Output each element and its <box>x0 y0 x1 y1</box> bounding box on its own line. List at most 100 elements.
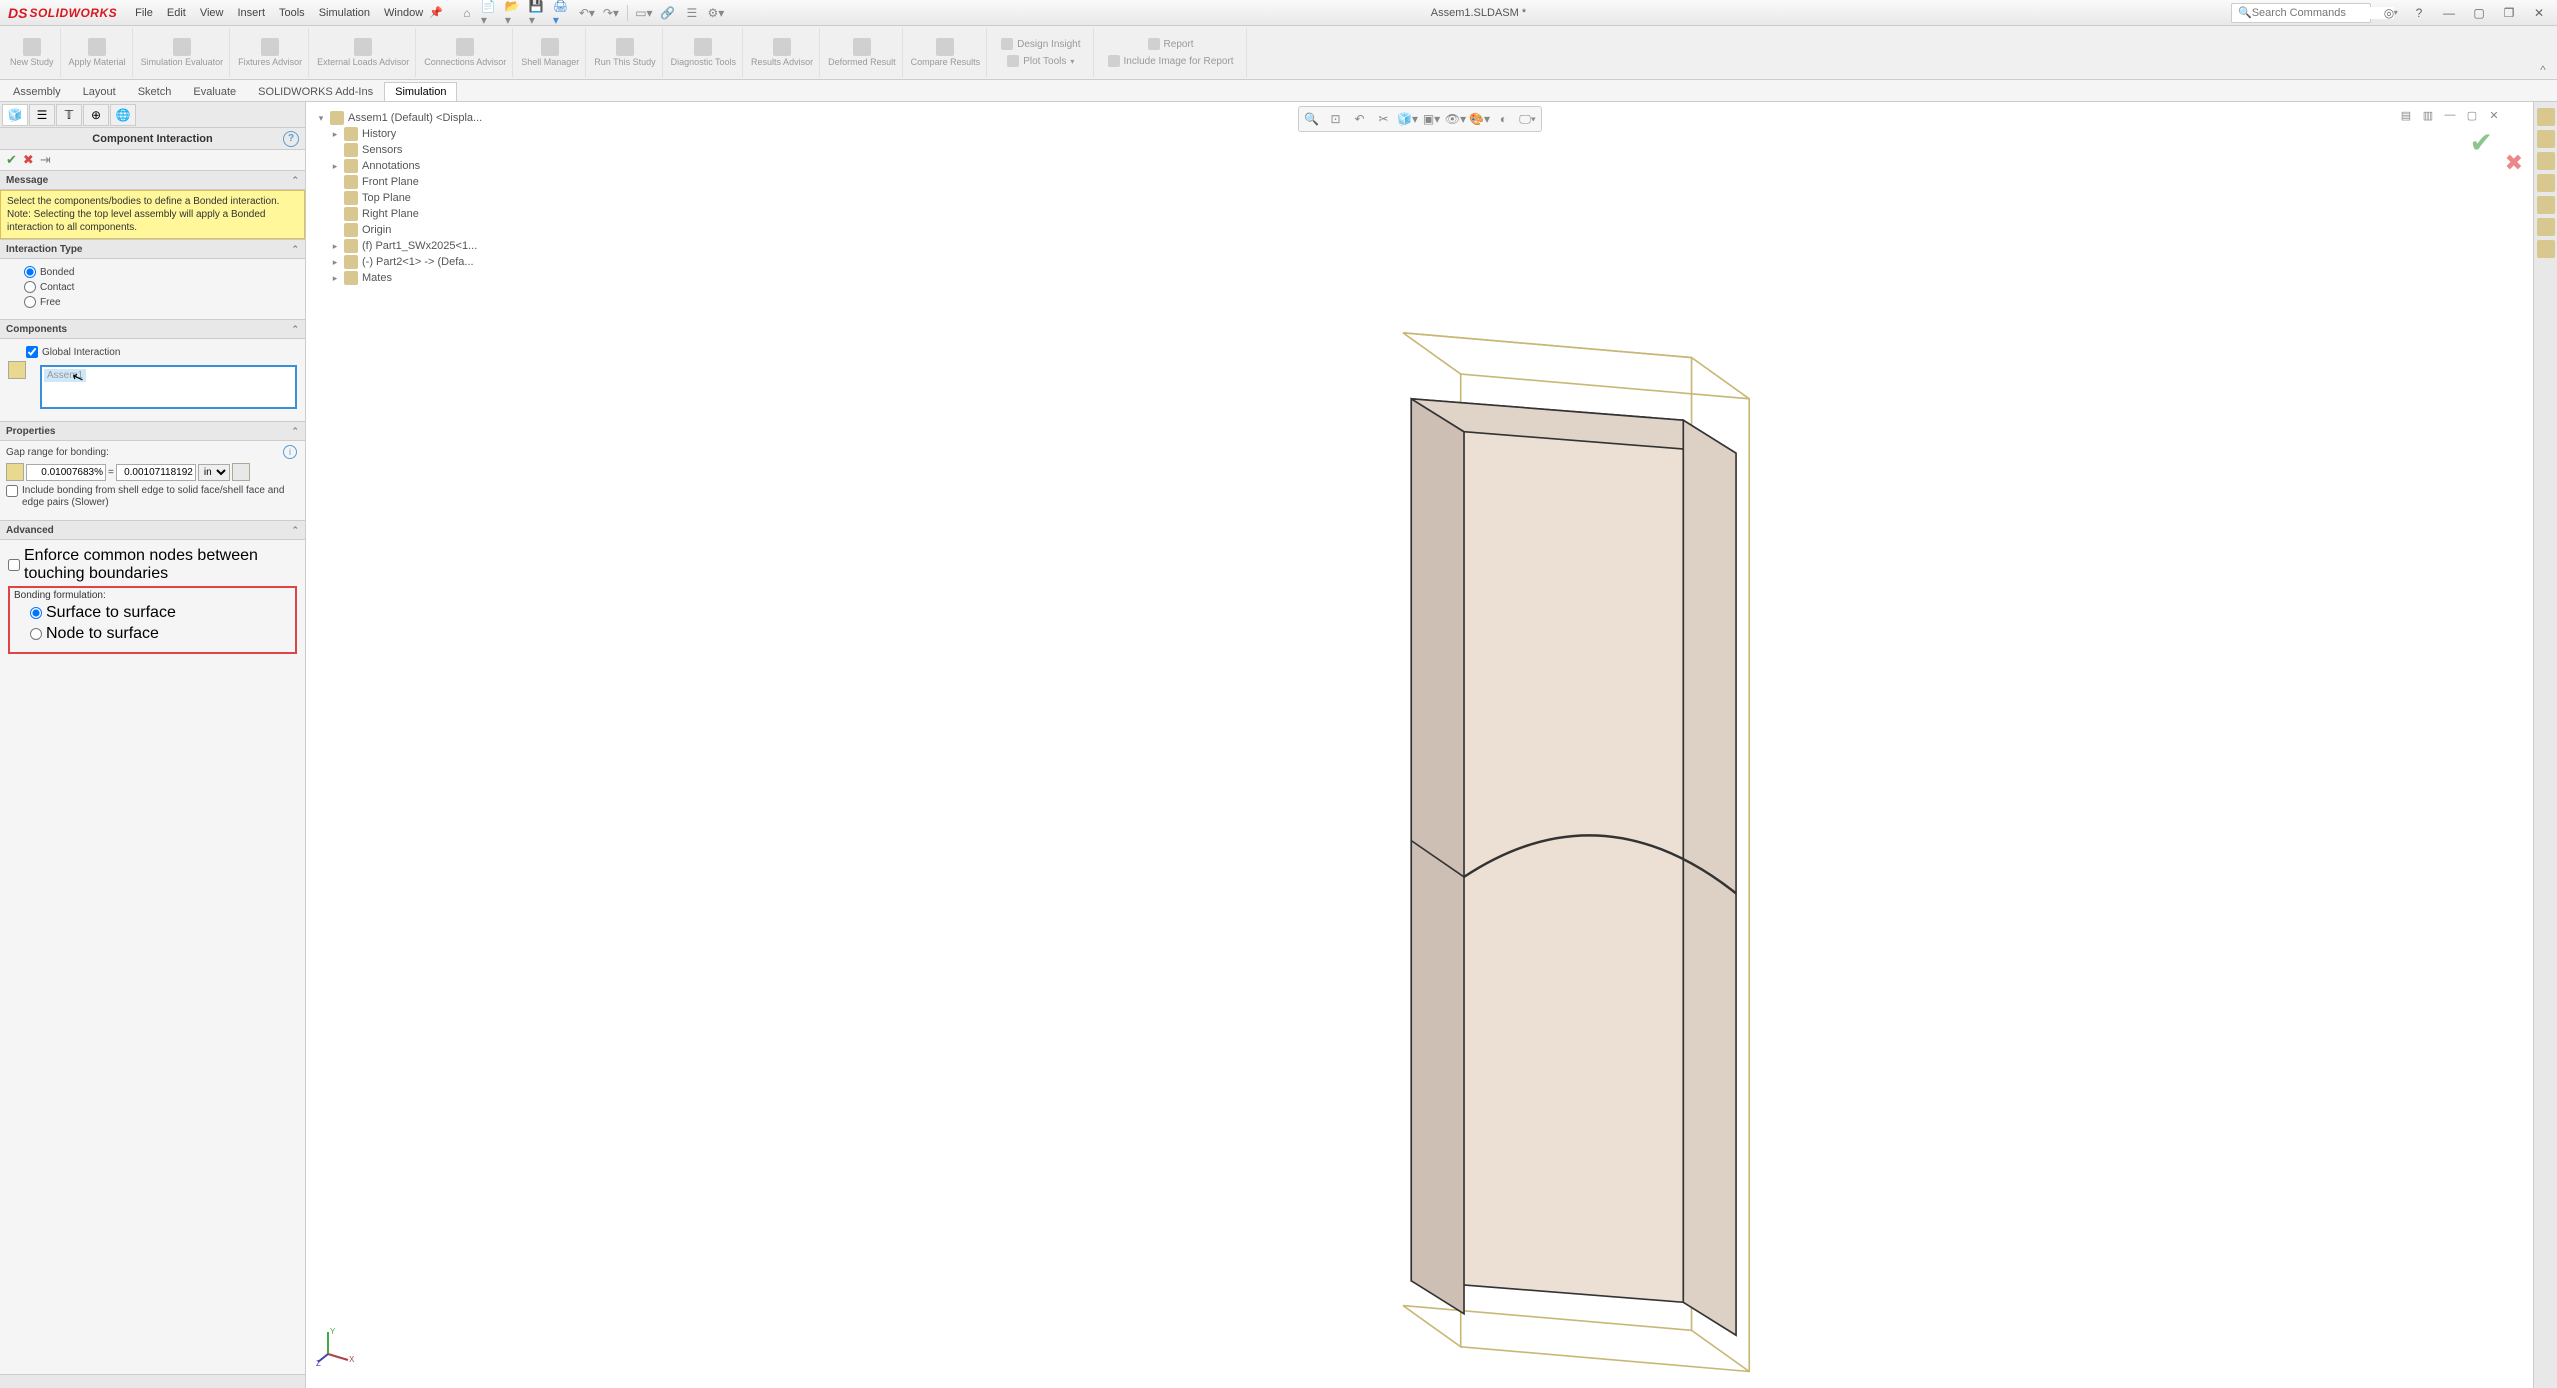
ribbon-include-image[interactable]: Include Image for Report <box>1102 53 1240 70</box>
restore-icon[interactable]: ❐ <box>2497 3 2521 23</box>
selection-list[interactable]: Assem1 ↖ <box>40 365 297 409</box>
tab-assembly[interactable]: Assembly <box>2 82 72 101</box>
rebuild-icon[interactable]: 🔗 <box>658 3 678 23</box>
properties-header[interactable]: Properties⌃ <box>0 421 305 441</box>
tree-item-history[interactable]: ▸History <box>316 126 482 142</box>
tree-item-part1[interactable]: ▸(f) Part1_SWx2025<1... <box>316 238 482 254</box>
radio-node-to-surface[interactable] <box>30 628 42 640</box>
tab-layout[interactable]: Layout <box>72 82 127 101</box>
display-style-icon[interactable]: ▣▾ <box>1421 109 1443 129</box>
settings-icon[interactable]: ⚙▾ <box>706 3 726 23</box>
tab-evaluate[interactable]: Evaluate <box>182 82 247 101</box>
ribbon-results-advisor[interactable]: Results Advisor <box>745 28 820 77</box>
radio-bonded[interactable] <box>24 266 36 278</box>
search-commands[interactable]: 🔍 ▾ <box>2231 3 2371 23</box>
ribbon-external-loads[interactable]: External Loads Advisor <box>311 28 416 77</box>
pin-panel-icon[interactable]: ⇥ <box>40 152 51 168</box>
ribbon-apply-material[interactable]: Apply Material <box>63 28 133 77</box>
help-icon[interactable]: ? <box>2407 3 2431 23</box>
ribbon-collapse-icon[interactable]: ^ <box>2533 28 2553 77</box>
menu-insert[interactable]: Insert <box>237 7 265 19</box>
taskpane-resources-icon[interactable] <box>2537 108 2555 126</box>
components-header[interactable]: Components⌃ <box>0 319 305 339</box>
home-icon[interactable]: ⌂ <box>457 3 477 23</box>
pm-tab-properties[interactable]: ☰ <box>29 104 55 126</box>
pm-tab-config[interactable]: 𝕋 <box>56 104 82 126</box>
ribbon-plot-tools[interactable]: Plot Tools▾ <box>995 53 1086 70</box>
tree-item-part2[interactable]: ▸(-) Part2<1> -> (Defa... <box>316 254 482 270</box>
gap-percent-input[interactable] <box>26 464 106 481</box>
maximize-view-icon[interactable]: ▢ <box>2463 106 2481 124</box>
close-icon[interactable]: ✕ <box>2527 3 2551 23</box>
radio-contact[interactable] <box>24 281 36 293</box>
tree-item-front-plane[interactable]: Front Plane <box>316 174 482 190</box>
undo-icon[interactable]: ↶▾ <box>577 3 597 23</box>
menu-tools[interactable]: Tools <box>279 7 305 19</box>
checkbox-global-interaction[interactable] <box>26 346 38 358</box>
tree-expand-icon[interactable]: ▾ <box>316 113 326 124</box>
taskpane-appearances-icon[interactable] <box>2537 196 2555 214</box>
print-icon[interactable]: 🖨▾ <box>553 3 573 23</box>
ribbon-connections[interactable]: Connections Advisor <box>418 28 513 77</box>
radio-surface-to-surface[interactable] <box>30 607 42 619</box>
scene-icon[interactable]: ◐ <box>1493 109 1515 129</box>
gap-value-input[interactable] <box>116 464 196 481</box>
reject-feature-icon[interactable]: ✖ <box>2505 150 2523 176</box>
panel-help-icon[interactable]: ? <box>283 131 299 147</box>
advanced-header[interactable]: Advanced⌃ <box>0 520 305 540</box>
menu-window[interactable]: Window <box>384 7 423 19</box>
pin-menu-icon[interactable]: 📌 <box>429 6 443 19</box>
tree-item-right-plane[interactable]: Right Plane <box>316 206 482 222</box>
select-icon[interactable]: ▭▾ <box>634 3 654 23</box>
prev-view-icon[interactable]: ↶ <box>1349 109 1371 129</box>
search-input[interactable] <box>2252 7 2394 19</box>
graphics-viewport[interactable]: ▾Assem1 (Default) <Displa... ▸History Se… <box>306 102 2533 1388</box>
tab-addins[interactable]: SOLIDWORKS Add-Ins <box>247 82 384 101</box>
tile-vert-icon[interactable]: ▥ <box>2419 106 2437 124</box>
message-section-header[interactable]: Message⌃ <box>0 170 305 190</box>
checkbox-enforce-nodes[interactable] <box>8 559 20 571</box>
ribbon-shell-mgr[interactable]: Shell Manager <box>515 28 586 77</box>
open-icon[interactable]: 📂▾ <box>505 3 525 23</box>
accept-feature-icon[interactable]: ✔ <box>2470 126 2493 159</box>
save-icon[interactable]: 💾▾ <box>529 3 549 23</box>
hide-show-icon[interactable]: 👁▾ <box>1445 109 1467 129</box>
ribbon-deformed[interactable]: Deformed Result <box>822 28 903 77</box>
tree-item-top-plane[interactable]: Top Plane <box>316 190 482 206</box>
ribbon-new-study[interactable]: New Study <box>4 28 61 77</box>
ribbon-fixtures[interactable]: Fixtures Advisor <box>232 28 309 77</box>
redo-icon[interactable]: ↷▾ <box>601 3 621 23</box>
view-settings-icon[interactable]: 🖵▾ <box>1517 109 1539 129</box>
taskpane-library-icon[interactable] <box>2537 130 2555 148</box>
minimize-icon[interactable]: — <box>2437 3 2461 23</box>
tree-item-root[interactable]: ▾Assem1 (Default) <Displa... <box>316 110 482 126</box>
checkbox-include-shell[interactable] <box>6 485 18 497</box>
ribbon-sim-evaluator[interactable]: Simulation Evaluator <box>135 28 231 77</box>
cancel-button[interactable]: ✖ <box>23 152 34 168</box>
tile-horiz-icon[interactable]: ▤ <box>2397 106 2415 124</box>
unit-select[interactable]: in <box>198 464 230 481</box>
tree-item-sensors[interactable]: Sensors <box>316 142 482 158</box>
zoom-area-icon[interactable]: ⊡ <box>1325 109 1347 129</box>
pm-tab-feature-tree[interactable]: 🧊 <box>2 104 28 126</box>
section-view-icon[interactable]: ✂ <box>1373 109 1395 129</box>
ribbon-compare[interactable]: Compare Results <box>905 28 988 77</box>
ok-button[interactable]: ✔ <box>6 152 17 168</box>
gap-info-icon[interactable] <box>232 463 250 481</box>
menu-edit[interactable]: Edit <box>167 7 186 19</box>
ribbon-run-study[interactable]: Run This Study <box>588 28 662 77</box>
menu-simulation[interactable]: Simulation <box>319 7 370 19</box>
ribbon-report[interactable]: Report <box>1102 36 1240 53</box>
user-icon[interactable]: ◎ <box>2377 3 2401 23</box>
ribbon-design-insight[interactable]: Design Insight <box>995 36 1086 53</box>
taskpane-properties-icon[interactable] <box>2537 218 2555 236</box>
zoom-fit-icon[interactable]: 🔍 <box>1301 109 1323 129</box>
pm-tab-dimxpert[interactable]: ⊕ <box>83 104 109 126</box>
options-list-icon[interactable]: ☰ <box>682 3 702 23</box>
tab-sketch[interactable]: Sketch <box>127 82 183 101</box>
new-icon[interactable]: 📄▾ <box>481 3 501 23</box>
taskpane-explorer-icon[interactable] <box>2537 152 2555 170</box>
pm-tab-display[interactable]: 🌐 <box>110 104 136 126</box>
taskpane-view-palette-icon[interactable] <box>2537 174 2555 192</box>
tree-item-annotations[interactable]: ▸Annotations <box>316 158 482 174</box>
